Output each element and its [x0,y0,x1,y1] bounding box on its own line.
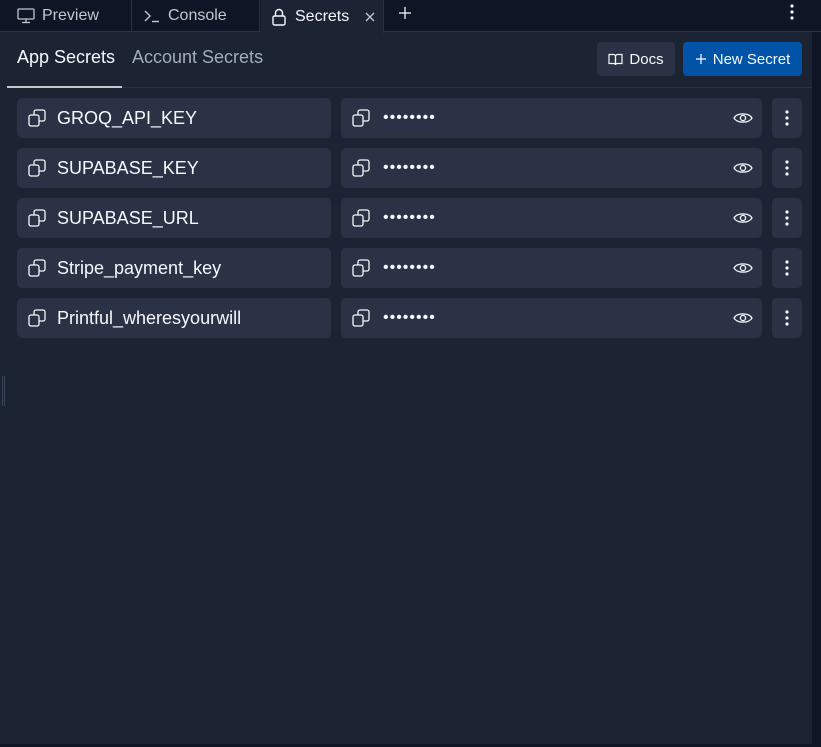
copy-icon[interactable] [351,208,371,228]
copy-icon[interactable] [351,308,371,328]
copy-icon[interactable] [27,108,47,128]
secret-row: Stripe_payment_key •••••••• [17,248,802,288]
new-secret-button[interactable]: New Secret [683,42,802,76]
tab-secrets-label: Secrets [295,7,350,25]
secret-row: GROQ_API_KEY •••••••• [17,98,802,138]
secret-key-text: GROQ_API_KEY [57,107,198,128]
new-secret-label: New Secret [712,50,791,68]
eye-icon[interactable] [732,258,754,278]
secret-key-text: Stripe_payment_key [57,257,222,278]
secret-value-text: •••••••• [383,209,436,226]
copy-icon[interactable] [351,258,371,278]
book-icon [608,53,624,66]
resize-handle[interactable] [2,376,5,406]
secret-key-text: Printful_wheresyourwill [57,307,242,328]
tab-preview-label: Preview [42,7,99,24]
secret-value-text: •••••••• [383,309,436,326]
secret-key-text: SUPABASE_KEY [57,157,199,178]
kebab-icon [790,4,794,20]
kebab-icon [785,310,789,326]
tab-bar: Preview Console Secrets [0,0,821,33]
secret-menu-button[interactable] [772,148,802,188]
docs-label: Docs [629,50,664,68]
kebab-icon [785,260,789,276]
secret-row: SUPABASE_URL •••••••• [17,198,802,238]
lock-icon [269,7,289,27]
tab-bar-menu-button[interactable] [782,2,802,22]
kebab-icon [785,210,789,226]
copy-icon[interactable] [27,258,47,278]
secrets-panel: App Secrets Account Secrets Docs New Sec… [7,33,812,744]
tab-console[interactable]: Console [133,0,260,32]
copy-icon[interactable] [27,308,47,328]
subtab-app-secrets[interactable]: App Secrets [17,47,115,68]
secret-value-field[interactable]: •••••••• [341,248,762,288]
plus-icon [398,6,412,20]
tab-preview[interactable]: Preview [0,0,132,32]
secret-key-field[interactable]: SUPABASE_KEY [17,148,331,188]
eye-icon[interactable] [732,108,754,128]
close-icon[interactable] [362,9,378,25]
right-edge [812,32,821,747]
secret-menu-button[interactable] [772,98,802,138]
secret-row: Printful_wheresyourwill •••••••• [17,298,802,338]
secret-key-field[interactable]: Printful_wheresyourwill [17,298,331,338]
secret-menu-button[interactable] [772,248,802,288]
secret-menu-button[interactable] [772,298,802,338]
secret-key-field[interactable]: Stripe_payment_key [17,248,331,288]
copy-icon[interactable] [27,158,47,178]
monitor-icon [16,6,36,26]
eye-icon[interactable] [732,208,754,228]
secret-key-field[interactable]: GROQ_API_KEY [17,98,331,138]
copy-icon[interactable] [27,208,47,228]
tab-console-label: Console [168,7,227,24]
copy-icon[interactable] [351,108,371,128]
copy-icon[interactable] [351,158,371,178]
eye-icon[interactable] [732,158,754,178]
active-subtab-indicator [7,86,122,88]
secret-value-field[interactable]: •••••••• [341,198,762,238]
terminal-icon [142,6,162,26]
secret-key-field[interactable]: SUPABASE_URL [17,198,331,238]
tab-secrets[interactable]: Secrets [261,0,384,33]
secret-value-text: •••••••• [383,109,436,126]
secret-value-field[interactable]: •••••••• [341,148,762,188]
kebab-icon [785,160,789,176]
secret-row: SUPABASE_KEY •••••••• [17,148,802,188]
secret-value-text: •••••••• [383,259,436,276]
plus-icon [695,53,707,65]
add-tab-button[interactable] [395,3,415,23]
eye-icon[interactable] [732,308,754,328]
secret-key-text: SUPABASE_URL [57,207,199,228]
subtab-account-secrets[interactable]: Account Secrets [132,47,263,68]
secrets-subtabs: App Secrets Account Secrets Docs New Sec… [7,33,812,88]
secret-value-text: •••••••• [383,159,436,176]
secret-value-field[interactable]: •••••••• [341,98,762,138]
secret-value-field[interactable]: •••••••• [341,298,762,338]
kebab-icon [785,110,789,126]
secret-menu-button[interactable] [772,198,802,238]
docs-button[interactable]: Docs [597,42,675,76]
